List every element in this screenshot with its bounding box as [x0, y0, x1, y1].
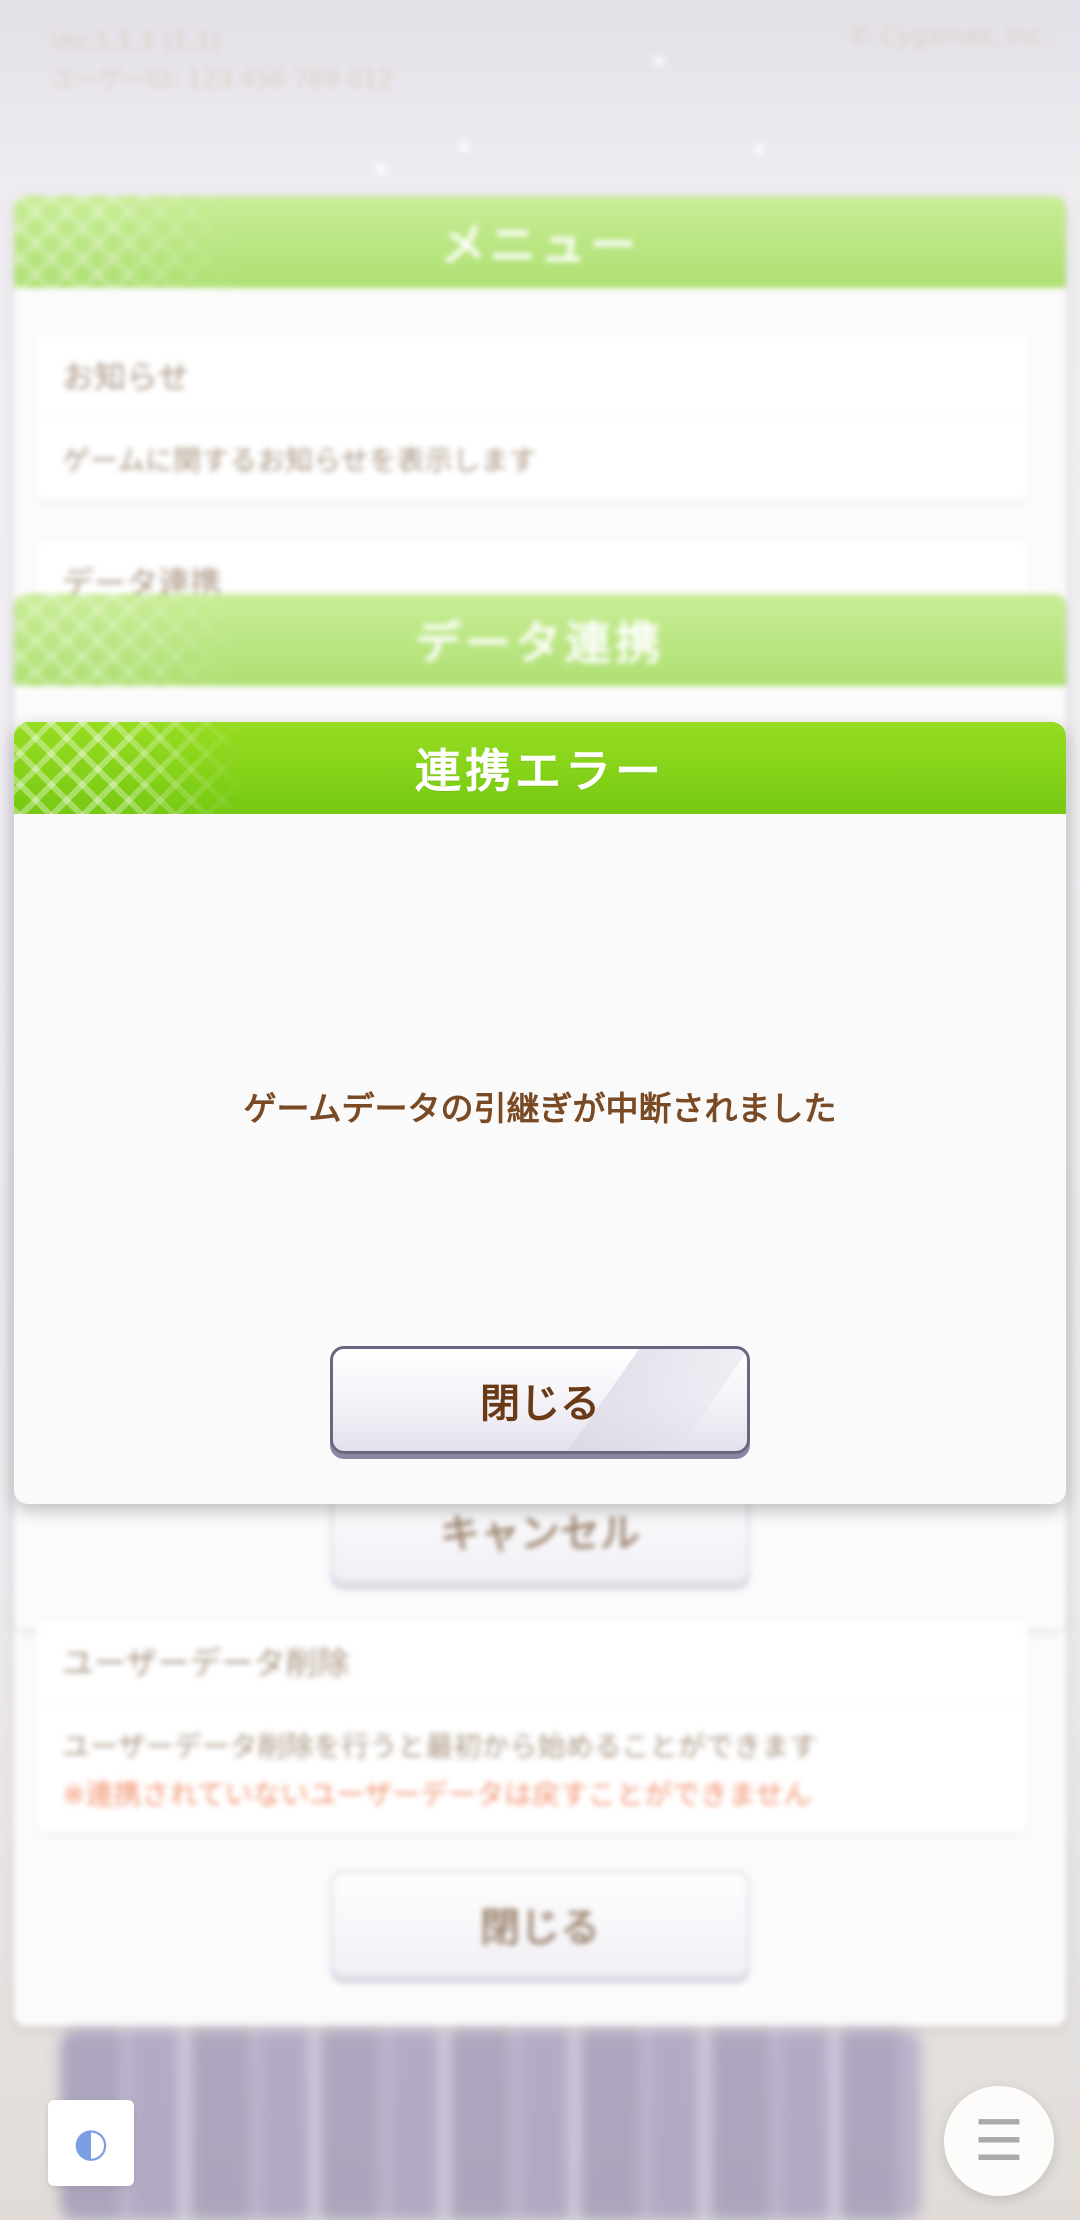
link-error-dialog-title: 連携エラー — [415, 744, 665, 798]
link-error-dialog: 連携エラー ゲームデータの引継ぎが中断されました 閉じる — [14, 722, 1066, 1504]
close-button[interactable]: 閉じる — [330, 1346, 750, 1454]
link-error-message: ゲームデータの引継ぎが中断されました — [243, 1089, 837, 1128]
close-button-label: 閉じる — [480, 1381, 600, 1427]
header-pattern — [14, 722, 244, 814]
link-error-dialog-header: 連携エラー — [14, 722, 1066, 814]
